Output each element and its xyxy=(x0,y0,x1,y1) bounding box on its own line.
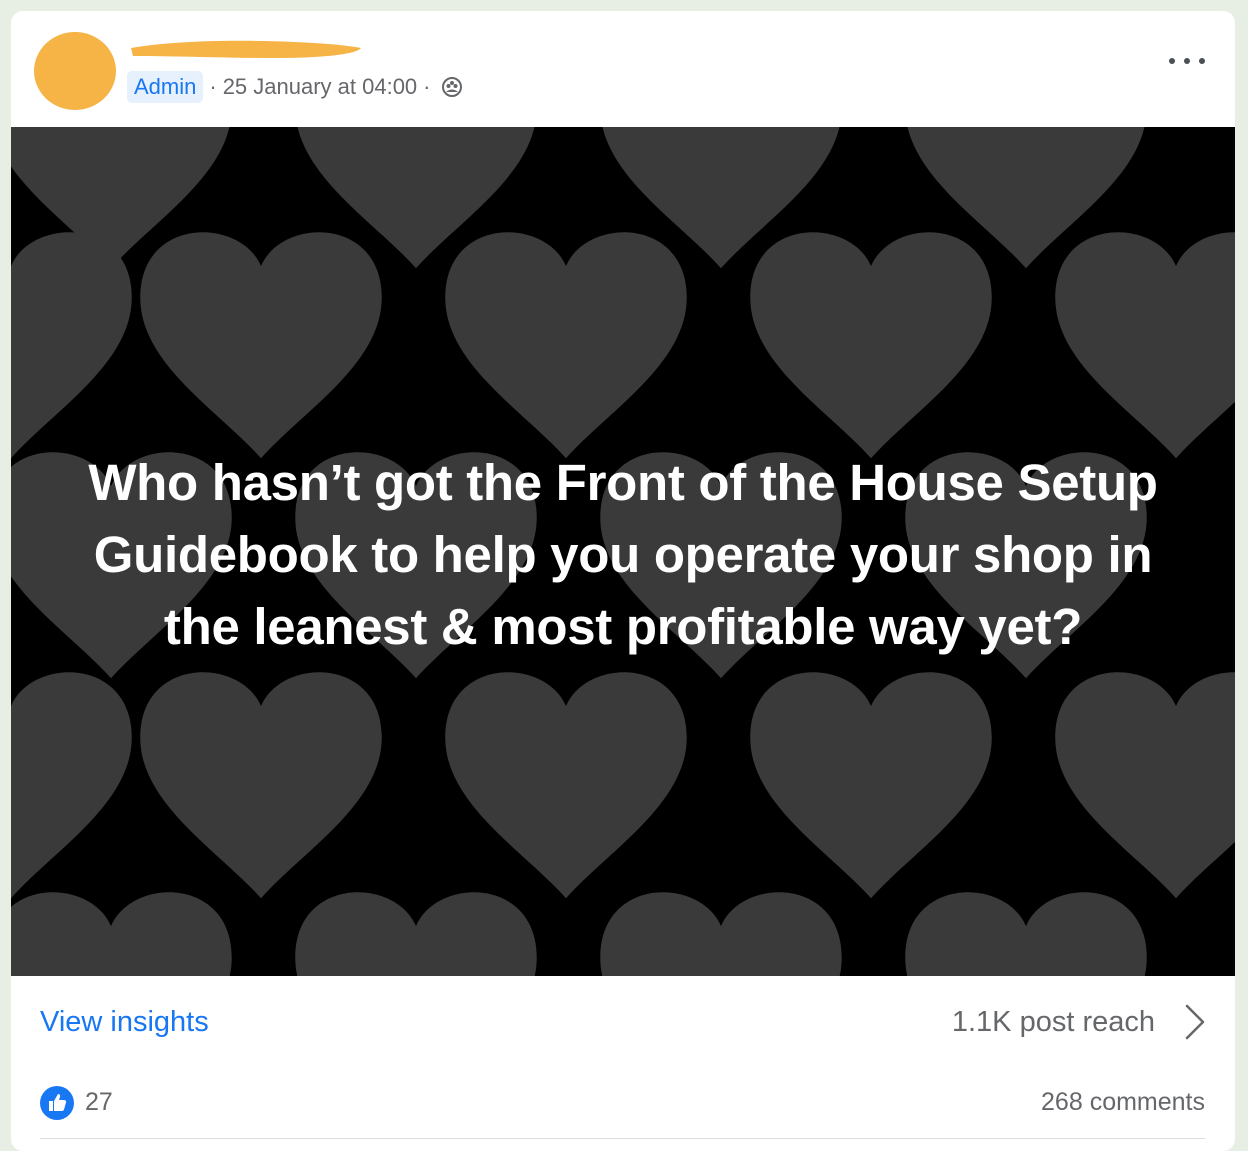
post-timestamp[interactable]: 25 January at 04:00 xyxy=(223,74,417,100)
more-horizontal-icon xyxy=(1169,58,1175,64)
heart-shape xyxy=(140,232,382,459)
heart-shape xyxy=(1055,232,1235,459)
heart-shape xyxy=(140,672,382,899)
heart-shape xyxy=(600,892,842,976)
heart-shape xyxy=(295,892,537,976)
like-count[interactable]: 27 xyxy=(85,1088,113,1117)
post-card: Admin · 25 January at 04:00 · Who hasn’t… xyxy=(11,11,1235,1151)
meta-separator: · xyxy=(423,74,431,99)
post-image[interactable]: Who hasn’t got the Front of the House Se… xyxy=(11,127,1235,976)
more-options-button[interactable] xyxy=(1169,49,1205,73)
post-reach[interactable]: 1.1K post reach xyxy=(952,1006,1155,1039)
insights-row: View insights 1.1K post reach xyxy=(11,976,1235,1066)
view-insights-link[interactable]: View insights xyxy=(40,1006,209,1039)
heart-shape xyxy=(750,232,992,459)
heart-shape xyxy=(905,892,1147,976)
avatar[interactable] xyxy=(34,32,116,110)
heart-shape xyxy=(11,232,132,459)
group-icon[interactable] xyxy=(441,76,463,98)
more-horizontal-icon-dot xyxy=(1184,58,1190,64)
more-horizontal-icon-dot xyxy=(1199,58,1205,64)
heart-shape xyxy=(445,232,687,459)
heart-shape xyxy=(11,892,232,976)
admin-badge: Admin xyxy=(127,71,204,103)
post-image-text: Who hasn’t got the Front of the House Se… xyxy=(88,454,1158,655)
reactions-row: 27 268 comments xyxy=(11,1076,1235,1136)
author-name-redaction xyxy=(131,40,361,58)
chevron-right-icon[interactable] xyxy=(1183,1002,1207,1042)
like-icon[interactable] xyxy=(40,1086,74,1120)
post-meta: Admin · 25 January at 04:00 · xyxy=(127,70,463,104)
heart-shape xyxy=(750,672,992,899)
heart-shape xyxy=(11,672,132,899)
comments-count[interactable]: 268 comments xyxy=(1041,1088,1205,1117)
heart-shape xyxy=(1055,672,1235,899)
meta-separator: · xyxy=(209,74,217,99)
heart-shape xyxy=(445,672,687,899)
divider xyxy=(40,1138,1205,1139)
